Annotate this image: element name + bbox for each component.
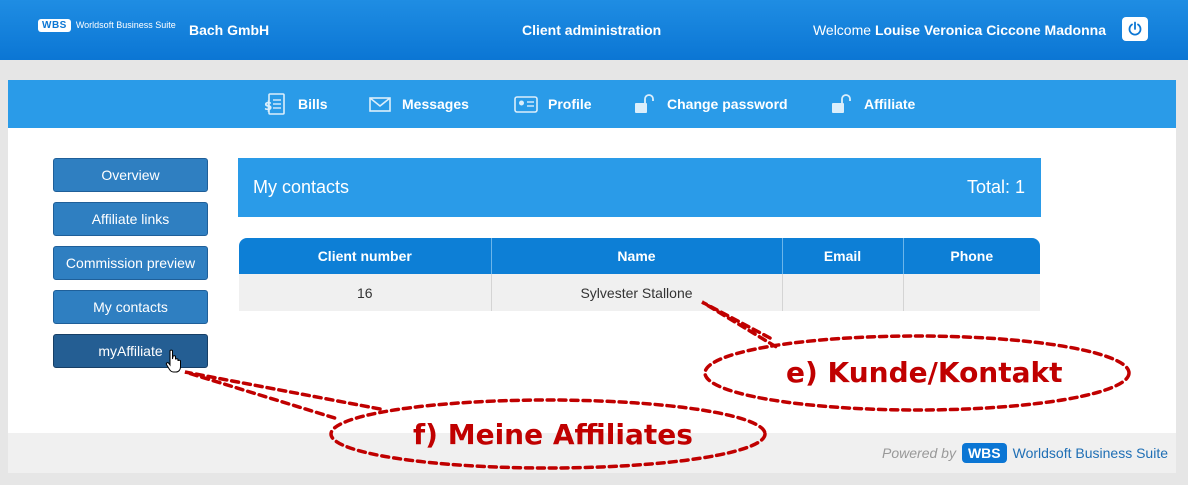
cell-email (782, 274, 904, 311)
column-header-client-number[interactable]: Client number (239, 238, 492, 274)
nav-profile[interactable]: Profile (513, 92, 592, 116)
column-header-email[interactable]: Email (782, 238, 904, 274)
top-header: WBS Worldsoft Business Suite Bach GmbH C… (0, 0, 1188, 60)
id-card-icon (514, 96, 538, 113)
main-frame: $ Bills Messages Profile Change password… (8, 80, 1176, 473)
sidebar-item-affiliate-links[interactable]: Affiliate links (53, 202, 208, 236)
svg-text:$: $ (264, 99, 272, 113)
user-name: Louise Veronica Ciccone Madonna (874, 22, 1106, 38)
logout-button[interactable] (1122, 17, 1148, 41)
power-icon (1128, 21, 1142, 36)
footer-suite-name: Worldsoft Business Suite (1012, 445, 1168, 461)
nav-bills[interactable]: $ Bills (263, 92, 328, 116)
nav-affiliate-label: Affiliate (864, 96, 916, 112)
powered-by[interactable]: Powered by WBS Worldsoft Business Suite (882, 443, 1168, 463)
logo-text: Worldsoft Business Suite (75, 20, 176, 30)
cell-name: Sylvester Stallone (491, 274, 783, 311)
table-header-row: Client number Name Email Phone (239, 238, 1040, 274)
envelope-icon (369, 97, 391, 112)
contacts-title: My contacts (253, 177, 350, 197)
sidebar-item-my-contacts[interactable]: My contacts (53, 290, 208, 324)
welcome-prefix: Welcome (812, 22, 872, 38)
company-name: Bach GmbH (189, 22, 270, 38)
footer-logo-badge: WBS (961, 443, 1007, 463)
nav-change-password-label: Change password (667, 96, 788, 112)
nav-affiliate[interactable]: Affiliate (829, 92, 915, 116)
sidebar-item-commission-preview[interactable]: Commission preview (53, 246, 208, 280)
nav-bills-label: Bills (298, 96, 328, 112)
welcome-message: Welcome Louise Veronica Ciccone Madonna (813, 22, 1106, 38)
logo-badge: WBS (38, 18, 71, 32)
cell-client-number: 16 (239, 274, 492, 311)
main-nav: $ Bills Messages Profile Change password… (8, 80, 1176, 128)
table-row[interactable]: 16 Sylvester Stallone (239, 274, 1040, 311)
cell-phone (903, 274, 1040, 311)
annotation-label-affiliates: f) Meine Affiliates (413, 418, 693, 451)
powered-by-label: Powered by (882, 445, 956, 461)
sidebar-item-myaffiliate[interactable]: myAffiliate (53, 334, 208, 368)
contacts-table: Client number Name Email Phone 16 Sylves… (239, 238, 1040, 311)
nav-messages[interactable]: Messages (367, 92, 469, 116)
contacts-panel-header: My contacts Total: 1 (238, 158, 1041, 217)
column-header-name[interactable]: Name (491, 238, 783, 274)
page-heading: Client administration (522, 22, 662, 38)
annotation-label-kunde: e) Kunde/Kontakt (786, 356, 1063, 389)
column-header-phone[interactable]: Phone (903, 238, 1040, 274)
unlock-icon (635, 94, 654, 113)
contacts-total: Total: 1 (966, 177, 1025, 197)
wbs-logo[interactable]: WBS Worldsoft Business Suite (38, 17, 176, 33)
nav-profile-label: Profile (548, 96, 592, 112)
sidebar-item-overview[interactable]: Overview (53, 158, 208, 192)
bills-icon: $ (264, 93, 285, 115)
nav-messages-label: Messages (402, 96, 469, 112)
nav-change-password[interactable]: Change password (632, 92, 788, 116)
unlock-icon (832, 94, 851, 113)
hand-cursor-icon (165, 349, 181, 373)
